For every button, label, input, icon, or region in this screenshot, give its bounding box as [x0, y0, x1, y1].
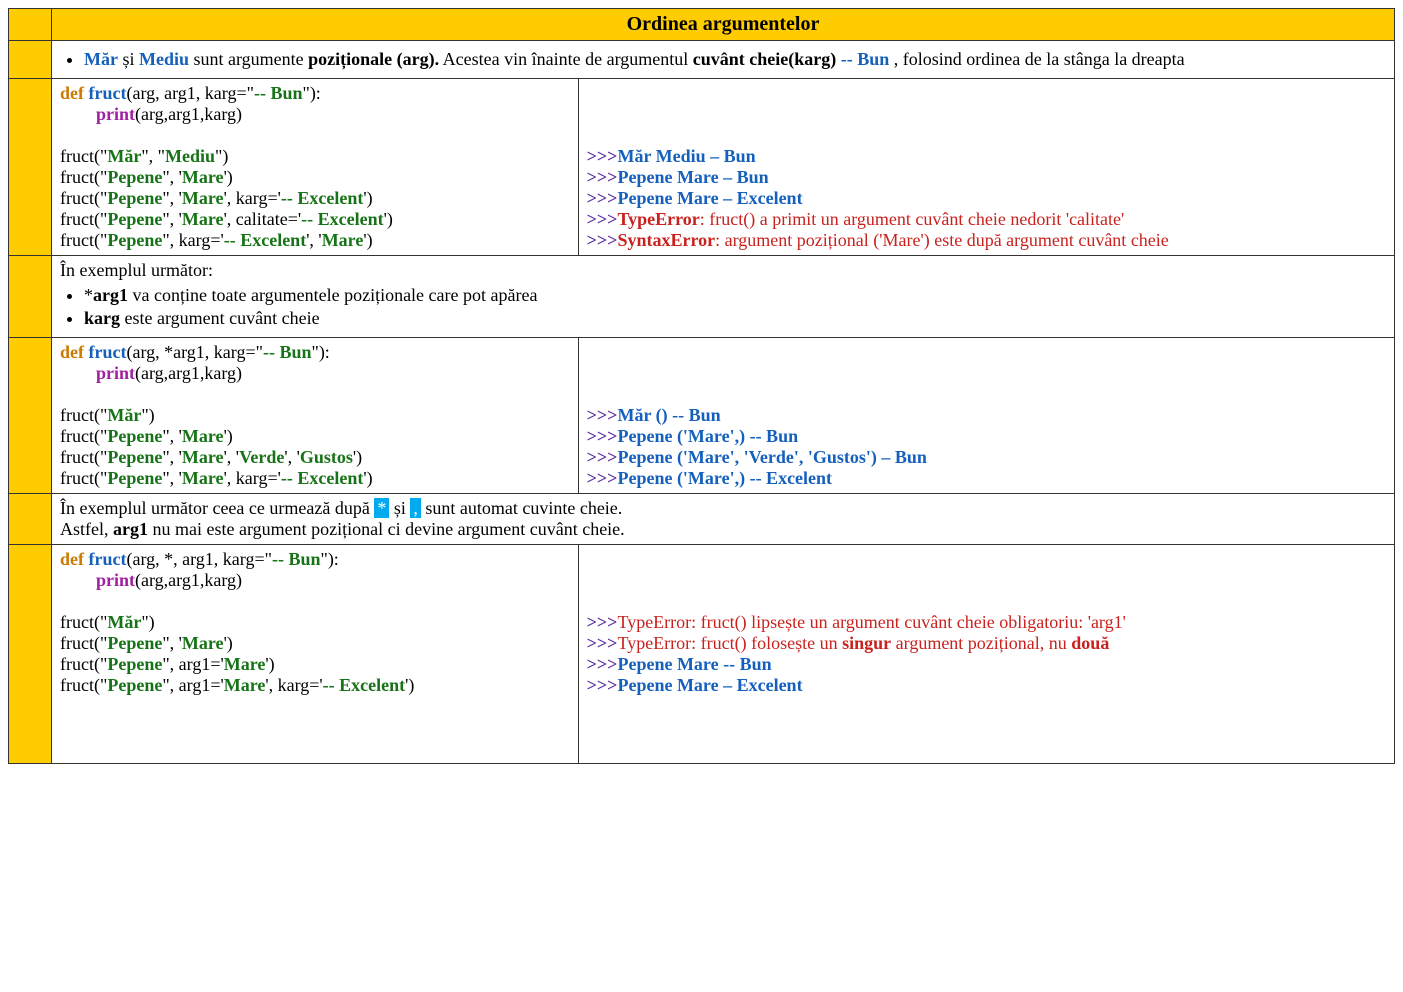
code-block-3: def fruct(arg, *, arg1, karg="-- Bun"): … — [52, 545, 579, 764]
note-2: În exemplul următor ceea ce urmează după… — [52, 494, 1395, 545]
comma-highlight: , — [410, 498, 421, 518]
row-sidebar — [9, 41, 52, 79]
row-sidebar — [9, 338, 52, 494]
intro-cell: Măr și Mediu sunt argumente poziționale … — [52, 41, 1395, 79]
header-corner — [9, 9, 52, 41]
row-sidebar — [9, 256, 52, 338]
intro-bullet: Măr și Mediu sunt argumente poziționale … — [84, 49, 1386, 70]
note1-bullet-1: *arg1 va conține toate argumentele poziț… — [84, 285, 1386, 306]
row-sidebar — [9, 494, 52, 545]
word-mediu: Mediu — [139, 49, 189, 69]
output-block-2: >>>Măr () -- Bun >>>Pepene ('Mare',) -- … — [578, 338, 1394, 494]
note1-bullet-2: karg este argument cuvânt cheie — [84, 308, 1386, 329]
table-title: Ordinea argumentelor — [52, 9, 1395, 41]
star-highlight: * — [374, 498, 389, 518]
row-sidebar — [9, 79, 52, 256]
note-1: În exemplul următor: *arg1 va conține to… — [52, 256, 1395, 338]
word-mar: Măr — [84, 49, 118, 69]
code-block-1: def fruct(arg, arg1, karg="-- Bun"): pri… — [52, 79, 579, 256]
output-block-3: >>>TypeError: fruct() lipsește un argume… — [578, 545, 1394, 764]
output-block-1: >>>Măr Mediu – Bun >>>Pepene Mare – Bun … — [578, 79, 1394, 256]
row-sidebar — [9, 545, 52, 764]
code-block-2: def fruct(arg, *arg1, karg="-- Bun"): pr… — [52, 338, 579, 494]
argument-order-table: Ordinea argumentelor Măr și Mediu sunt a… — [8, 8, 1395, 764]
